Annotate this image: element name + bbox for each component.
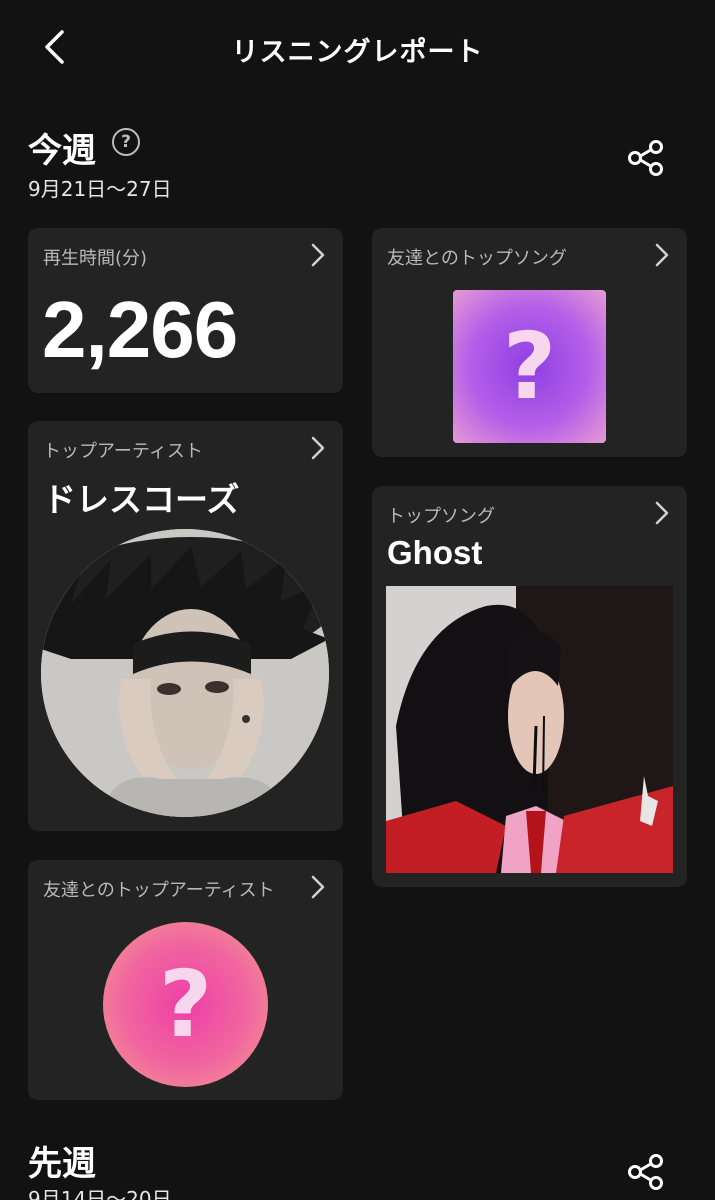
- top-song-cover-art: [386, 586, 673, 873]
- album-cover-image: [386, 586, 673, 873]
- top-artist-photo: [41, 529, 329, 817]
- friends-top-artist-card[interactable]: 友達とのトップアーティスト ?: [28, 860, 343, 1100]
- minutes-played-value: 2,266: [42, 285, 238, 374]
- friends-top-artist-placeholder: ?: [103, 922, 268, 1087]
- this-week-share-button[interactable]: [622, 134, 670, 182]
- chevron-right-icon: [311, 436, 325, 460]
- minutes-played-card[interactable]: 再生時間(分) 2,266: [28, 228, 343, 393]
- last-week-title: 先週: [28, 1144, 96, 1184]
- chevron-right-icon: [655, 243, 669, 267]
- listening-report-screen: リスニングレポート 今週 ? 9月21日〜27日 再生時間(分) 2,266 友…: [0, 0, 715, 1200]
- top-song-label: トップソング: [387, 506, 495, 527]
- friends-top-song-label: 友達とのトップソング: [387, 248, 567, 269]
- chevron-right-icon: [311, 243, 325, 267]
- share-icon: [628, 140, 663, 176]
- this-week-date-range: 9月21日〜27日: [28, 177, 172, 201]
- page-title: リスニングレポート: [231, 37, 484, 68]
- help-icon[interactable]: ?: [112, 128, 140, 156]
- minutes-played-label: 再生時間(分): [43, 248, 148, 269]
- friends-top-song-card[interactable]: 友達とのトップソング ?: [372, 228, 687, 457]
- last-week-date-range: 9月14日〜20日: [28, 1187, 172, 1200]
- chevron-right-icon: [655, 501, 669, 525]
- question-mark-icon: ?: [502, 312, 557, 420]
- top-song-card[interactable]: トップソング Ghost: [372, 486, 687, 887]
- friends-top-artist-label: 友達とのトップアーティスト: [43, 880, 275, 901]
- top-artist-label: トップアーティスト: [43, 441, 203, 462]
- this-week-title: 今週: [28, 131, 96, 171]
- question-mark-icon: ?: [158, 950, 213, 1058]
- top-nav: リスニングレポート: [0, 0, 715, 96]
- friends-top-song-placeholder: ?: [453, 290, 606, 443]
- share-icon: [628, 1154, 663, 1190]
- chevron-right-icon: [311, 875, 325, 899]
- top-artist-name: ドレスコーズ: [43, 480, 240, 519]
- last-week-share-button[interactable]: [622, 1148, 670, 1196]
- top-artist-card[interactable]: トップアーティスト ドレスコーズ: [28, 421, 343, 831]
- top-song-title: Ghost: [387, 534, 483, 571]
- artist-photo-image: [41, 529, 329, 817]
